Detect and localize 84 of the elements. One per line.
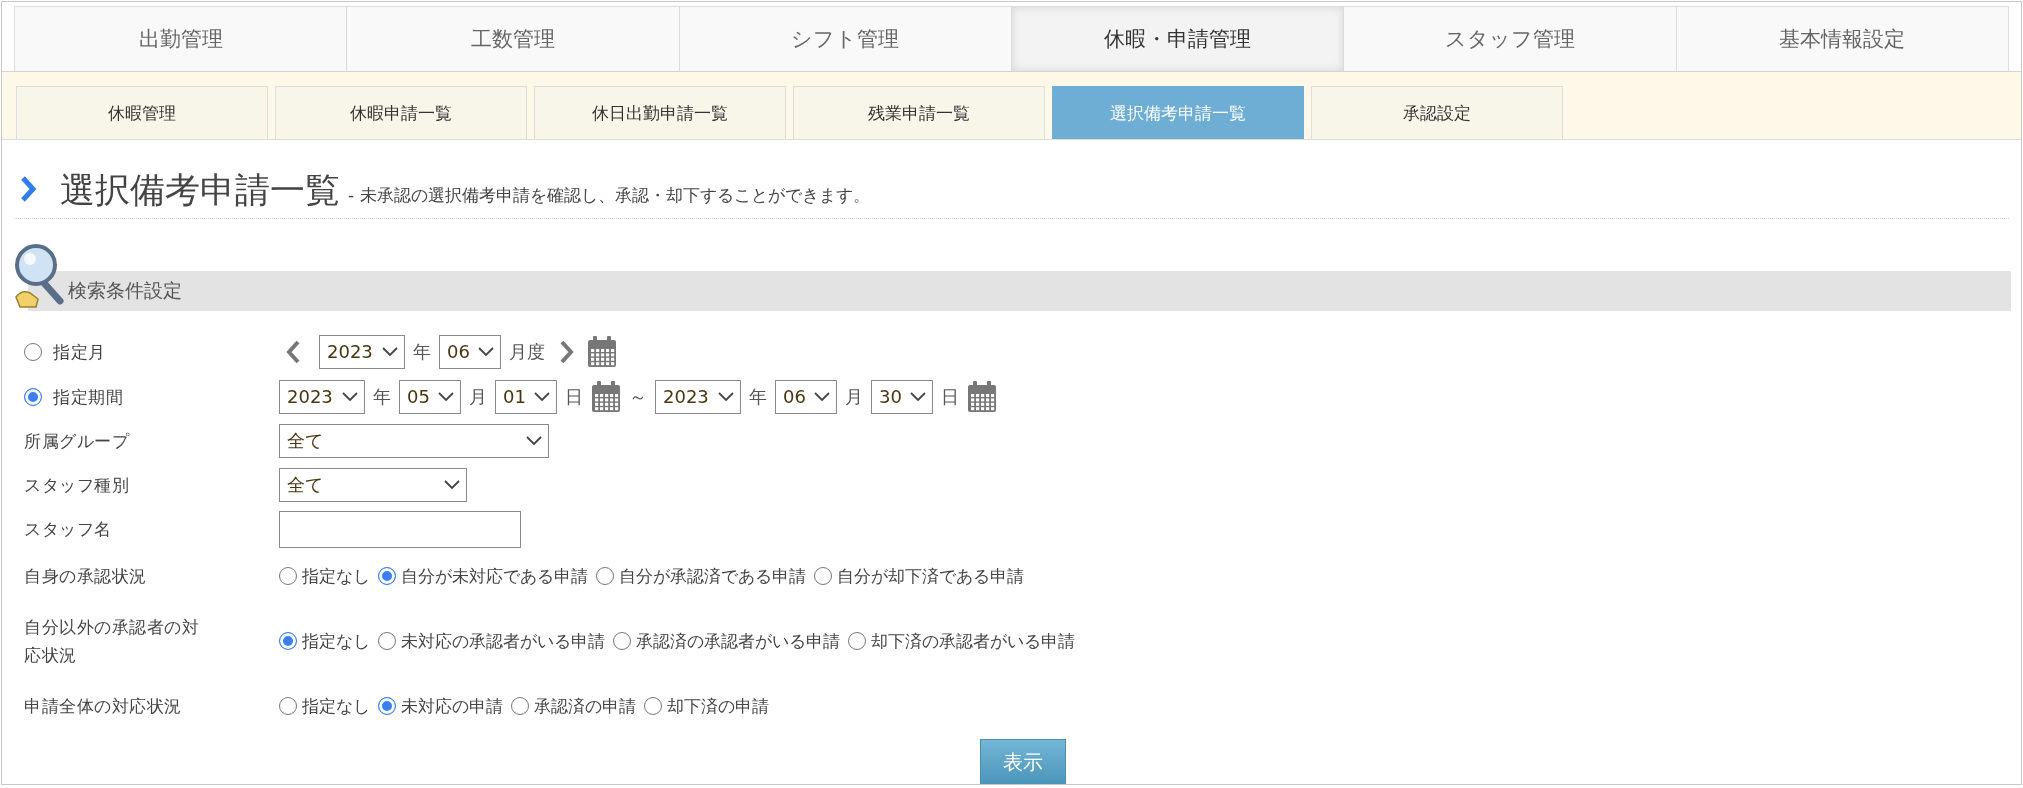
dropdown-select[interactable]: 全て	[279, 468, 467, 502]
dropdown-select[interactable]: 30	[871, 379, 933, 414]
chevron-down-icon	[814, 391, 830, 402]
main-nav-tab[interactable]: 出勤管理	[14, 6, 347, 71]
unit-label: ～	[629, 384, 647, 409]
radio-button[interactable]	[378, 632, 396, 650]
unit-label: 月	[469, 384, 487, 409]
text-input-field[interactable]	[279, 510, 521, 548]
option-label: 指定期間	[53, 385, 124, 409]
sub-nav-tab[interactable]: 承認設定	[1311, 86, 1563, 139]
dropdown-select[interactable]: 全て	[279, 424, 549, 458]
option-label: 承認済の承認者がいる申請	[636, 629, 840, 653]
option-label: 自分が未対応である申請	[401, 564, 588, 588]
main-nav-tab[interactable]: 基本情報設定	[1675, 6, 2009, 71]
radio-button[interactable]	[848, 632, 866, 650]
chevron-down-icon	[342, 391, 358, 402]
dropdown-select[interactable]: 2023	[655, 379, 741, 414]
field-label: 所属グループ	[24, 430, 131, 453]
dropdown-select[interactable]: 06	[775, 379, 837, 414]
option-label: 未対応の申請	[401, 694, 503, 718]
unit-label: 年	[749, 384, 767, 409]
chevron-down-icon	[910, 391, 926, 402]
radio-button[interactable]	[511, 697, 529, 715]
radio-button[interactable]	[644, 697, 662, 715]
option-label: 承認済の申請	[534, 694, 636, 718]
chevron-down-icon	[478, 346, 494, 357]
dropdown-select[interactable]: 05	[399, 379, 461, 414]
option-label: 指定なし	[302, 694, 370, 718]
radio-button[interactable]	[279, 632, 297, 650]
radio-button[interactable]	[279, 697, 297, 715]
unit-label: 日	[565, 384, 583, 409]
field-label: 申請全体の対応状況	[24, 695, 183, 718]
field-label: 自身の承認状況	[24, 565, 148, 588]
sub-nav-tab[interactable]: 休暇管理	[16, 86, 268, 139]
chevron-down-icon	[526, 436, 542, 446]
chevron-down-icon	[444, 480, 460, 490]
dropdown-select[interactable]: 2023	[279, 379, 365, 414]
radio-button[interactable]	[378, 567, 396, 585]
option-label: 自分が却下済である申請	[837, 564, 1024, 588]
radio-button[interactable]	[596, 567, 614, 585]
option-label: 指定なし	[302, 629, 370, 653]
radio-button[interactable]	[24, 342, 42, 361]
dropdown-select[interactable]: 01	[495, 379, 557, 414]
main-nav-tab[interactable]: シフト管理	[678, 6, 1011, 71]
radio-button[interactable]	[814, 567, 832, 585]
main-nav-tab[interactable]: 休暇・申請管理	[1011, 6, 1344, 71]
page-title: 選択備考申請一覧	[60, 169, 340, 212]
unit-label: 月度	[509, 339, 545, 364]
chevron-down-icon	[382, 346, 398, 357]
chevron-left-icon[interactable]	[285, 339, 301, 364]
field-label: スタッフ名	[24, 518, 113, 541]
sub-nav-tab[interactable]: 休暇申請一覧	[275, 86, 527, 139]
option-label: 自分が承認済である申請	[619, 564, 806, 588]
main-nav-tab[interactable]: 工数管理	[346, 6, 679, 71]
sub-nav-tab[interactable]: 残業申請一覧	[793, 86, 1045, 139]
calendar-icon[interactable]	[967, 380, 997, 413]
unit-label: 月	[845, 384, 863, 409]
unit-label: 日	[941, 384, 959, 409]
calendar-icon[interactable]	[591, 380, 621, 413]
radio-button[interactable]	[378, 697, 396, 715]
radio-button[interactable]	[613, 632, 631, 650]
option-label: 指定なし	[302, 564, 370, 588]
main-nav-tab[interactable]: スタッフ管理	[1343, 6, 1676, 71]
chevron-down-icon	[534, 391, 550, 402]
radio-button[interactable]	[24, 387, 42, 406]
option-label: 指定月	[53, 340, 107, 364]
page-description: - 未承認の選択備考申請を確認し、承認・却下することができます。	[348, 184, 870, 207]
chevron-down-icon	[718, 391, 734, 402]
option-label: 未対応の承認者がいる申請	[401, 629, 605, 653]
option-label: 却下済の申請	[667, 694, 769, 718]
sub-nav-tab[interactable]: 休日出勤申請一覧	[534, 86, 786, 139]
option-label: 却下済の承認者がいる申請	[871, 629, 1075, 653]
chevron-right-icon[interactable]	[559, 339, 575, 364]
chevron-down-icon	[438, 391, 454, 402]
field-label: スタッフ種別	[24, 474, 130, 497]
unit-label: 年	[373, 384, 391, 409]
calendar-icon[interactable]	[587, 335, 617, 368]
unit-label: 年	[413, 339, 431, 364]
section-title: 検索条件設定	[68, 278, 182, 303]
dropdown-select[interactable]: 06	[439, 334, 501, 369]
field-label: 自分以外の承認者の対応状況	[24, 616, 200, 667]
chevron-right-icon	[20, 176, 38, 202]
dropdown-select[interactable]: 2023	[319, 334, 405, 369]
radio-button[interactable]	[279, 567, 297, 585]
